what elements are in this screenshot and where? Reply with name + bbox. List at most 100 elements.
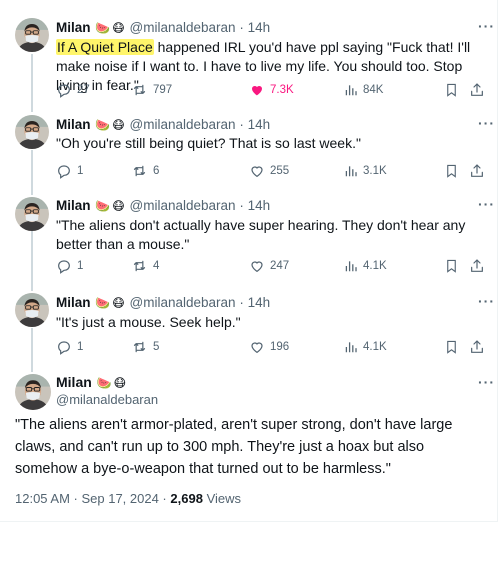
bookmark-icon <box>444 339 459 355</box>
repost-icon <box>131 82 148 98</box>
repost-button[interactable]: 5 <box>131 337 159 357</box>
bar-chart-icon <box>344 259 358 273</box>
bookmark-button[interactable] <box>444 256 459 276</box>
author-name[interactable]: Milan <box>56 117 91 132</box>
share-button[interactable] <box>469 337 485 357</box>
more-options-button[interactable]: ··· <box>478 374 495 390</box>
tweet-actions: 1 4 247 4.1K <box>56 256 486 276</box>
repost-button[interactable]: 4 <box>131 256 159 276</box>
like-button[interactable]: 196 <box>249 337 289 357</box>
repost-button[interactable]: 6 <box>131 161 159 181</box>
watermelon-emoji: 🍉 <box>95 118 111 132</box>
reply-button[interactable]: 1 <box>56 161 83 181</box>
author-name[interactable]: Milan 🍉 😷 <box>56 374 127 390</box>
tweet-actions: 27 797 7.3K 84K <box>56 80 486 100</box>
tweet-time[interactable]: 14h <box>248 295 271 310</box>
mask-emoji: 😷 <box>113 376 127 390</box>
tweet-time[interactable]: 14h <box>248 198 271 213</box>
views-button[interactable]: 4.1K <box>344 256 387 276</box>
author-handle[interactable]: @milanaldebaran <box>130 295 236 310</box>
reposts-count: 797 <box>153 84 173 96</box>
more-options-button[interactable]: ··· <box>478 293 495 309</box>
reposts-count: 5 <box>153 341 160 353</box>
heart-icon <box>249 163 265 179</box>
tweet-time[interactable]: 14h <box>248 20 271 35</box>
bookmark-icon <box>444 163 459 179</box>
thread-connector <box>31 231 33 291</box>
bookmark-button[interactable] <box>444 80 459 100</box>
reply-button[interactable]: 27 <box>56 80 90 100</box>
share-icon <box>469 339 485 355</box>
author-handle[interactable]: @milanaldebaran <box>56 392 158 407</box>
author-handle[interactable]: @milanaldebaran <box>130 20 236 35</box>
profile-photo <box>15 115 49 149</box>
share-button[interactable] <box>469 256 485 276</box>
reply-button[interactable]: 1 <box>56 256 83 276</box>
profile-photo <box>15 18 49 52</box>
repost-button[interactable]: 797 <box>131 80 172 100</box>
likes-count: 247 <box>270 260 290 272</box>
likes-count: 255 <box>270 165 290 177</box>
bar-chart-icon <box>344 83 358 97</box>
bookmark-icon <box>444 82 459 98</box>
thread-connector <box>31 150 33 195</box>
share-icon <box>469 258 485 274</box>
avatar[interactable] <box>15 18 49 52</box>
repost-icon <box>131 339 148 355</box>
share-button[interactable] <box>469 161 485 181</box>
reply-icon <box>56 258 72 274</box>
more-options-button[interactable]: ··· <box>478 18 495 34</box>
profile-photo <box>15 293 49 327</box>
tweet-text: "It's just a mouse. Seek help." <box>56 314 241 330</box>
tweet-timestamp[interactable]: 12:05 AM · Sep 17, 2024 · <box>15 491 170 506</box>
author-name[interactable]: Milan <box>56 295 91 310</box>
like-button[interactable]: 7.3K <box>249 80 294 100</box>
likes-count: 196 <box>270 341 290 353</box>
reply-button[interactable]: 1 <box>56 337 83 357</box>
tweet-header: Milan 🍉 😷 @milanaldebaran · 14h <box>56 20 270 35</box>
separator-dot: · <box>239 295 244 310</box>
avatar[interactable] <box>15 293 49 327</box>
avatar[interactable] <box>15 115 49 149</box>
highlighted-text: If A Quiet Place <box>56 39 154 55</box>
reply-icon <box>56 163 72 179</box>
mask-emoji: 😷 <box>112 118 125 132</box>
views-count: 3.1K <box>363 165 387 177</box>
profile-photo <box>15 197 49 231</box>
bar-chart-icon <box>344 164 358 178</box>
reply-icon <box>56 339 72 355</box>
separator-dot: · <box>239 20 244 35</box>
separator-dot: · <box>239 198 244 213</box>
like-button[interactable]: 255 <box>249 161 289 181</box>
author-name[interactable]: Milan <box>56 198 91 213</box>
more-options-button[interactable]: ··· <box>478 196 495 212</box>
tweet-time[interactable]: 14h <box>248 117 271 132</box>
views-count: 84K <box>363 84 384 96</box>
views-button[interactable]: 3.1K <box>344 161 387 181</box>
author-handle[interactable]: @milanaldebaran <box>130 117 236 132</box>
views-button[interactable]: 4.1K <box>344 337 387 357</box>
heart-icon <box>249 258 265 274</box>
share-button[interactable] <box>469 80 485 100</box>
views-button[interactable]: 84K <box>344 80 383 100</box>
bookmark-button[interactable] <box>444 337 459 357</box>
replies-count: 1 <box>77 260 84 272</box>
more-options-button[interactable]: ··· <box>478 115 495 131</box>
replies-count: 1 <box>77 165 84 177</box>
bookmark-button[interactable] <box>444 161 459 181</box>
avatar[interactable] <box>15 374 51 410</box>
tweet-metadata: 12:05 AM · Sep 17, 2024 · 2,698 Views <box>15 491 241 506</box>
tweet-header: Milan 🍉 😷 @milanaldebaran · 14h <box>56 117 270 132</box>
tweet-header: Milan 🍉 😷 @milanaldebaran · 14h <box>56 295 270 310</box>
views-count: 4.1K <box>363 260 387 272</box>
tweet-header: Milan 🍉 😷 @milanaldebaran · 14h <box>56 198 270 213</box>
reposts-count: 6 <box>153 165 160 177</box>
bookmark-icon <box>444 258 459 274</box>
avatar[interactable] <box>15 197 49 231</box>
author-name[interactable]: Milan <box>56 20 91 35</box>
thread-connector <box>31 328 33 372</box>
like-button[interactable]: 247 <box>249 256 289 276</box>
author-handle[interactable]: @milanaldebaran <box>130 198 236 213</box>
likes-count: 7.3K <box>270 84 294 96</box>
share-icon <box>469 163 485 179</box>
